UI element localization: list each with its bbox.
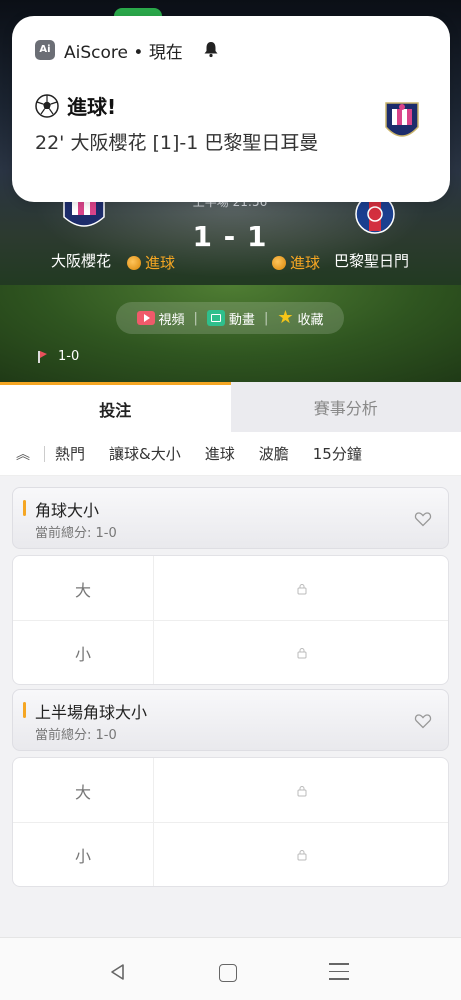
- tab-analysis[interactable]: 賽事分析: [230, 382, 461, 432]
- goal-ball-icon: [127, 255, 141, 270]
- market-name: 角球大小: [35, 501, 100, 520]
- team-crest-icon: [385, 102, 419, 137]
- odds-label: 大: [13, 556, 154, 621]
- separator: |: [263, 310, 269, 326]
- main-tab-bar: 投注 賽事分析: [0, 382, 461, 432]
- animation-icon: [206, 310, 225, 326]
- tab-correct-score[interactable]: 波膽: [259, 443, 289, 464]
- tab-handicap-total[interactable]: 讓球&大小: [109, 443, 181, 464]
- accent-bar: [23, 500, 26, 516]
- lock-icon: [297, 583, 307, 594]
- goal-notification[interactable]: Ai AiScore • 現在 進球! 22' 大阪櫻花 [1]-1 巴黎聖日耳…: [12, 16, 450, 202]
- home-icon[interactable]: [219, 964, 237, 982]
- odds-row: 大: [13, 758, 448, 823]
- odds-value-locked: [154, 621, 448, 684]
- odds-row: 小: [13, 620, 448, 684]
- odds-label: 大: [13, 758, 154, 823]
- media-bar: 視頻 | 動畫 | ★ 收藏: [116, 302, 344, 334]
- star-icon: ★: [277, 307, 294, 328]
- market-header[interactable]: 上半場角球大小 當前總分: 1-0: [12, 689, 449, 751]
- market-current-score: 當前總分: 1-0: [35, 526, 117, 541]
- corner-flag-icon: [38, 350, 48, 363]
- odds-table: 大 小: [12, 757, 449, 887]
- back-icon[interactable]: [108, 962, 128, 982]
- odds-label: 小: [13, 621, 154, 684]
- heart-icon[interactable]: [414, 510, 432, 528]
- tab-15-minutes[interactable]: 15分鐘: [313, 443, 362, 464]
- match-score: 1 - 1: [192, 220, 268, 253]
- accent-bar: [23, 702, 26, 718]
- market-current-score: 當前總分: 1-0: [35, 728, 117, 743]
- lock-icon: [297, 850, 307, 861]
- menu-icon[interactable]: [329, 963, 349, 981]
- away-goal-label: 進球: [290, 254, 321, 272]
- notification-title-text: 進球!: [67, 95, 117, 119]
- animation-button[interactable]: 動畫: [206, 309, 255, 328]
- video-label: 視頻: [158, 312, 185, 328]
- corner-count: 1-0: [38, 349, 79, 364]
- app-name: AiScore: [64, 43, 128, 63]
- away-goal-badge: 進球: [272, 252, 320, 273]
- video-icon: [136, 311, 155, 325]
- tab-goals[interactable]: 進球: [205, 443, 235, 464]
- odds-label: 小: [13, 823, 154, 886]
- odds-row: 大: [13, 556, 448, 621]
- heart-icon[interactable]: [414, 712, 432, 730]
- app-icon: Ai: [35, 40, 55, 60]
- home-goal-label: 進球: [145, 254, 176, 272]
- lock-icon: [297, 648, 307, 659]
- odds-table: 大 小: [12, 555, 449, 685]
- collapse-icon[interactable]: ︽: [16, 444, 36, 464]
- animation-label: 動畫: [228, 312, 255, 328]
- market-name: 上半場角球大小: [35, 703, 148, 722]
- goal-ball-icon: [272, 255, 286, 270]
- favorite-label: 收藏: [297, 312, 324, 328]
- notification-time: 現在: [148, 43, 183, 63]
- market-header[interactable]: 角球大小 當前總分: 1-0: [12, 487, 449, 549]
- home-goal-badge: 進球: [127, 252, 175, 273]
- corner-score-value: 1-0: [58, 349, 80, 364]
- odds-row: 小: [13, 822, 448, 886]
- odds-value-locked: [154, 758, 448, 823]
- dot-separator: •: [127, 43, 149, 63]
- odds-value-locked: [154, 556, 448, 621]
- soccer-ball-icon: [35, 93, 59, 118]
- notification-source: AiScore • 現在: [64, 38, 183, 63]
- divider: [44, 445, 45, 462]
- notification-body: 22' 大阪櫻花 [1]-1 巴黎聖日耳曼: [35, 132, 319, 154]
- market-filter-bar: ︽ 熱門 讓球&大小 進球 波膽 15分鐘: [0, 432, 461, 476]
- separator: |: [193, 310, 198, 326]
- favorite-button[interactable]: ★ 收藏: [277, 309, 323, 328]
- bell-icon: [204, 42, 218, 58]
- home-team-name[interactable]: 大阪櫻花: [51, 250, 111, 271]
- odds-value-locked: [154, 823, 448, 886]
- notification-title: 進球!: [35, 91, 116, 120]
- lock-icon: [297, 785, 307, 796]
- system-nav-bar: [0, 937, 461, 1000]
- tab-popular[interactable]: 熱門: [55, 443, 85, 464]
- away-team-name[interactable]: 巴黎聖日門: [334, 250, 409, 271]
- tab-betting[interactable]: 投注: [0, 382, 231, 432]
- video-button[interactable]: 視頻: [136, 309, 185, 328]
